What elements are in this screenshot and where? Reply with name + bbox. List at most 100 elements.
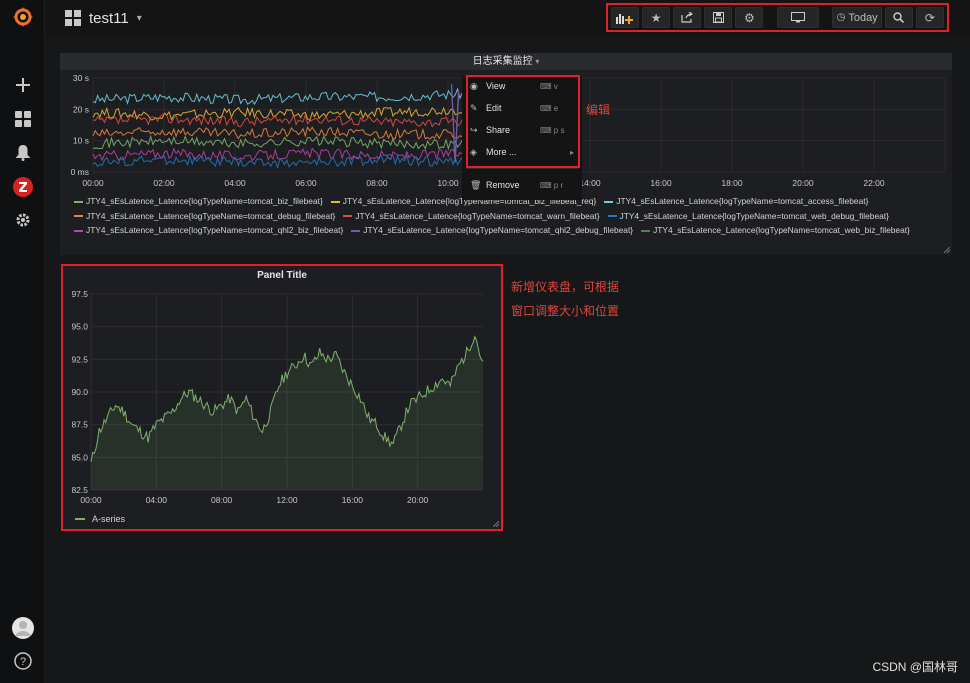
- x-tick-label: 08:00: [211, 495, 233, 505]
- star-icon: ★: [650, 10, 662, 25]
- y-tick-label: 30 s: [73, 73, 89, 83]
- legend-swatch: [74, 215, 83, 218]
- svg-text:?: ?: [19, 656, 25, 668]
- y-tick-label: 20 s: [73, 104, 89, 114]
- sidebar: ?: [0, 0, 45, 683]
- panel-title[interactable]: Panel Title: [63, 270, 501, 281]
- legend-label: JTY4_sEsLatence_Latence{logTypeName=tomc…: [86, 196, 323, 206]
- grafana-logo[interactable]: [0, 4, 45, 30]
- legend-swatch: [75, 518, 85, 520]
- series-line: [92, 125, 463, 140]
- legend-swatch: [74, 229, 83, 232]
- chevron-down-icon: ▾: [535, 57, 540, 66]
- series-line: [92, 134, 463, 151]
- dashboards-icon[interactable]: [0, 106, 45, 132]
- settings-icon: ⚙: [743, 10, 755, 25]
- legend-item[interactable]: JTY4_sEsLatence_Latence{logTypeName=tomc…: [74, 194, 323, 209]
- x-tick-label: 10:00: [437, 178, 459, 188]
- x-tick-label: 16:00: [342, 495, 364, 505]
- annotation-line: 窗口调整大小和位置: [511, 304, 620, 318]
- menu-item-remove[interactable]: 🗑 Remove ⌨ p r: [470, 176, 574, 194]
- a-series-chart[interactable]: 00:00 04:00 08:00 12:00 16:00 20:00 82.5 85.0 87…: [63, 282, 501, 512]
- x-tick-label: 18:00: [721, 178, 743, 188]
- x-tick-label: 20:00: [407, 495, 429, 505]
- x-tick-label: 00:00: [80, 495, 102, 505]
- add-icon[interactable]: [0, 72, 45, 98]
- watermark: CSDN @国林哥: [872, 660, 958, 674]
- legend-item[interactable]: JTY4_sEsLatence_Latence{logTypeName=tomc…: [351, 223, 633, 238]
- legend-swatch: [351, 229, 361, 232]
- x-tick-label: 20:00: [792, 178, 814, 188]
- menu-divider: [466, 168, 578, 169]
- y-tick-label: 10 s: [73, 136, 89, 146]
- y-tick-label: 92.5: [71, 354, 88, 364]
- legend-swatch: [607, 215, 617, 218]
- legend-item[interactable]: JTY4_sEsLatence_Latence{logTypeName=tomc…: [343, 209, 600, 224]
- legend-label: JTY4_sEsLatence_Latence{logTypeName=tomc…: [86, 210, 336, 221]
- refresh-button[interactable]: ⟳: [915, 7, 944, 28]
- settings-button[interactable]: ⚙: [735, 7, 764, 28]
- legend-label: A-series: [92, 514, 126, 524]
- trash-icon: 🗑: [470, 179, 482, 190]
- legend-label: JTY4_sEsLatence_Latence{logTypeName=tomc…: [355, 210, 600, 221]
- top-navbar: test11 ▾ ★ ⚙ ◷ Today ⟳: [45, 0, 970, 38]
- legend-swatch: [604, 200, 614, 203]
- x-tick-label: 02:00: [153, 178, 175, 188]
- legend-item[interactable]: JTY4_sEsLatence_Latence{logTypeName=tomc…: [74, 223, 343, 238]
- legend-item[interactable]: JTY4_sEsLatence_Latence{logTypeName=tomc…: [607, 209, 889, 224]
- dashboard-picker[interactable]: test11 ▾: [65, 8, 142, 28]
- zabbix-icon[interactable]: [0, 174, 45, 200]
- x-tick-label: 14:00: [579, 178, 601, 188]
- series-line: [92, 87, 463, 106]
- time-picker-button[interactable]: ◷ Today: [832, 7, 882, 28]
- user-avatar[interactable]: [0, 615, 45, 641]
- dashboard-title: test11: [89, 9, 129, 27]
- legend-item[interactable]: JTY4_sEsLatence_Latence{logTypeName=tomc…: [604, 194, 868, 209]
- add-panel-icon: [616, 13, 634, 24]
- y-tick-label: 97.5: [71, 289, 88, 299]
- menu-item-label: Remove: [486, 180, 520, 190]
- y-tick-label: 85.0: [71, 452, 88, 462]
- alert-bell-icon[interactable]: [0, 140, 45, 166]
- time-range-label: Today: [848, 11, 878, 24]
- new-panel: Panel Title 00:00 04:00 08:00 12:00 16:00 20:…: [61, 264, 503, 531]
- save-button[interactable]: [704, 7, 733, 28]
- a-series-legend[interactable]: A-series: [75, 514, 125, 524]
- add-panel-button[interactable]: [611, 7, 640, 28]
- resize-handle-icon[interactable]: [493, 521, 499, 527]
- legend-label: JTY4_sEsLatence_Latence{logTypeName=tomc…: [653, 225, 910, 235]
- tv-mode-button[interactable]: [777, 7, 819, 28]
- share-icon: [681, 12, 694, 23]
- x-tick-label: 06:00: [295, 178, 317, 188]
- gear-icon[interactable]: [0, 207, 45, 233]
- legend-label: JTY4_sEsLatence_Latence{logTypeName=tomc…: [616, 196, 869, 206]
- legend-swatch: [641, 229, 651, 232]
- legend-swatch: [343, 215, 353, 218]
- menu-shortcut: p r: [553, 180, 564, 190]
- x-tick-label: 04:00: [146, 495, 168, 505]
- y-tick-label: 90.0: [71, 387, 88, 397]
- resize-handle-icon[interactable]: [944, 247, 950, 253]
- x-tick-label: 08:00: [366, 178, 388, 188]
- legend-swatch: [330, 200, 340, 203]
- zoom-out-button[interactable]: [884, 7, 913, 28]
- zoom-out-icon: [893, 12, 905, 23]
- help-icon[interactable]: ?: [0, 648, 45, 674]
- clock-icon: ◷: [836, 12, 846, 23]
- save-icon: [712, 12, 724, 23]
- share-button[interactable]: [673, 7, 702, 28]
- series-spike: [450, 84, 460, 163]
- star-button[interactable]: ★: [642, 7, 671, 28]
- panel-title: 日志采集监控: [472, 56, 533, 67]
- legend-item[interactable]: JTY4_sEsLatence_Latence{logTypeName=tomc…: [74, 209, 335, 224]
- annotation-line: 新增仪表盘，可根据: [511, 280, 620, 294]
- legend-label: JTY4_sEsLatence_Latence{logTypeName=tomc…: [619, 210, 889, 221]
- dashboard-toolbar: ★ ⚙ ◷ Today ⟳: [606, 3, 949, 32]
- legend-label: JTY4_sEsLatence_Latence{logTypeName=tomc…: [86, 225, 344, 235]
- panel-title-bar[interactable]: 日志采集监控 ▾: [60, 53, 952, 70]
- edit-annotation: 编辑: [586, 103, 611, 117]
- x-tick-label: 00:00: [82, 178, 104, 188]
- legend-label: JTY4_sEsLatence_Latence{logTypeName=tomc…: [363, 225, 634, 235]
- y-tick-label: 87.5: [71, 420, 88, 430]
- legend-item[interactable]: JTY4_sEsLatence_Latence{logTypeName=tomc…: [641, 223, 910, 238]
